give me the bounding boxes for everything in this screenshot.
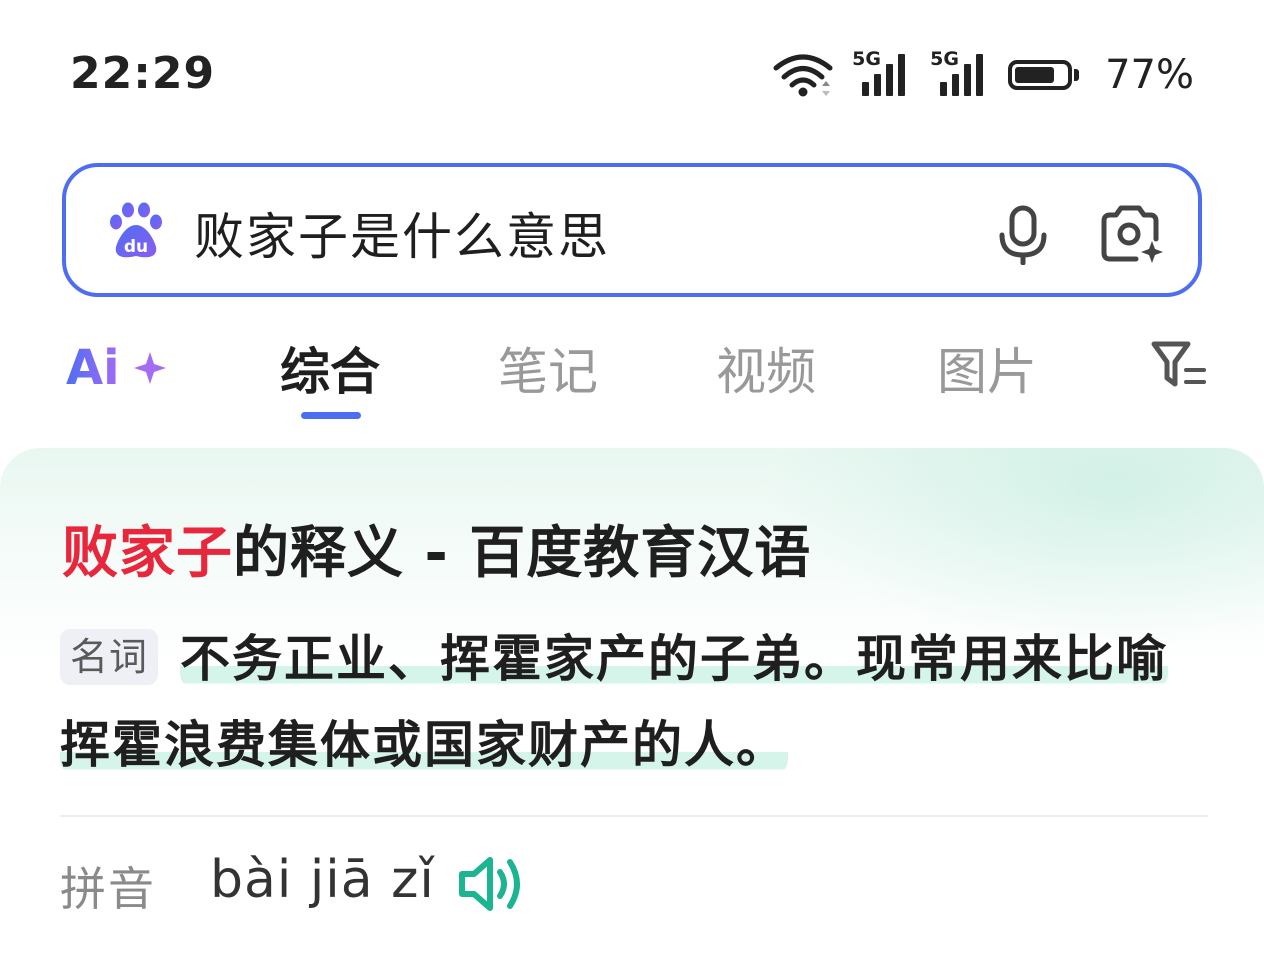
baidu-paw-logo-icon: du: [110, 202, 162, 258]
dictionary-result-card: 败家子的释义 - 百度教育汉语 名词 不务正业、挥霍家产的子弟。现常用来比喻挥霍浪…: [0, 448, 1264, 968]
signal-icon-sim1: 5G: [852, 48, 912, 100]
pinyin-label: 拼音: [60, 862, 156, 916]
definition-block: 名词 不务正业、挥霍家产的子弟。现常用来比喻挥霍浪费集体或国家财产的人。: [60, 616, 1200, 788]
signal-icon-sim2: 5G: [930, 48, 990, 100]
search-input[interactable]: 败家子是什么意思: [194, 197, 610, 269]
result-title[interactable]: 败家子的释义 - 百度教育汉语: [62, 508, 811, 589]
tab-comprehensive[interactable]: 综合: [280, 332, 380, 404]
definition-text: 不务正业、挥霍家产的子弟。现常用来比喻挥霍浪费集体或国家财产的人。: [60, 630, 1169, 774]
status-time: 22:29: [70, 48, 216, 99]
result-title-keyword: 败家子: [62, 521, 233, 586]
baidu-logo-text: du: [124, 237, 148, 257]
ai-assistant-tab[interactable]: Ai: [66, 338, 170, 394]
active-tab-indicator: [301, 412, 361, 419]
sparkle-icon: [134, 352, 166, 384]
result-title-source: 的释义 - 百度教育汉语: [233, 521, 812, 586]
network-type-label: 5G: [930, 48, 959, 70]
status-icons: 5G 5G 77%: [772, 48, 1194, 102]
part-of-speech-badge: 名词: [60, 629, 159, 685]
wifi-icon: [773, 54, 833, 97]
filter-icon[interactable]: [1150, 340, 1208, 390]
tab-images[interactable]: 图片: [937, 332, 1037, 404]
status-bar: 22:29 5G 5G 77%: [0, 0, 1264, 140]
network-type-label: 5G: [852, 48, 881, 70]
tab-notes[interactable]: 笔记: [498, 332, 598, 404]
camera-search-icon[interactable]: [1096, 203, 1164, 265]
divider: [60, 815, 1208, 817]
search-box[interactable]: du 败家子是什么意思: [62, 163, 1202, 297]
microphone-icon[interactable]: [996, 205, 1050, 265]
speaker-icon[interactable]: [456, 854, 526, 914]
search-tabs: Ai 综合 笔记 视频 图片: [0, 320, 1264, 430]
pinyin-value: bài jiā zǐ: [210, 850, 435, 910]
battery-percentage: 77%: [1105, 52, 1194, 98]
battery-icon: [1008, 60, 1080, 90]
tab-video[interactable]: 视频: [716, 332, 816, 404]
ai-tab-label: Ai: [66, 340, 120, 394]
battery-fill: [1015, 67, 1055, 83]
